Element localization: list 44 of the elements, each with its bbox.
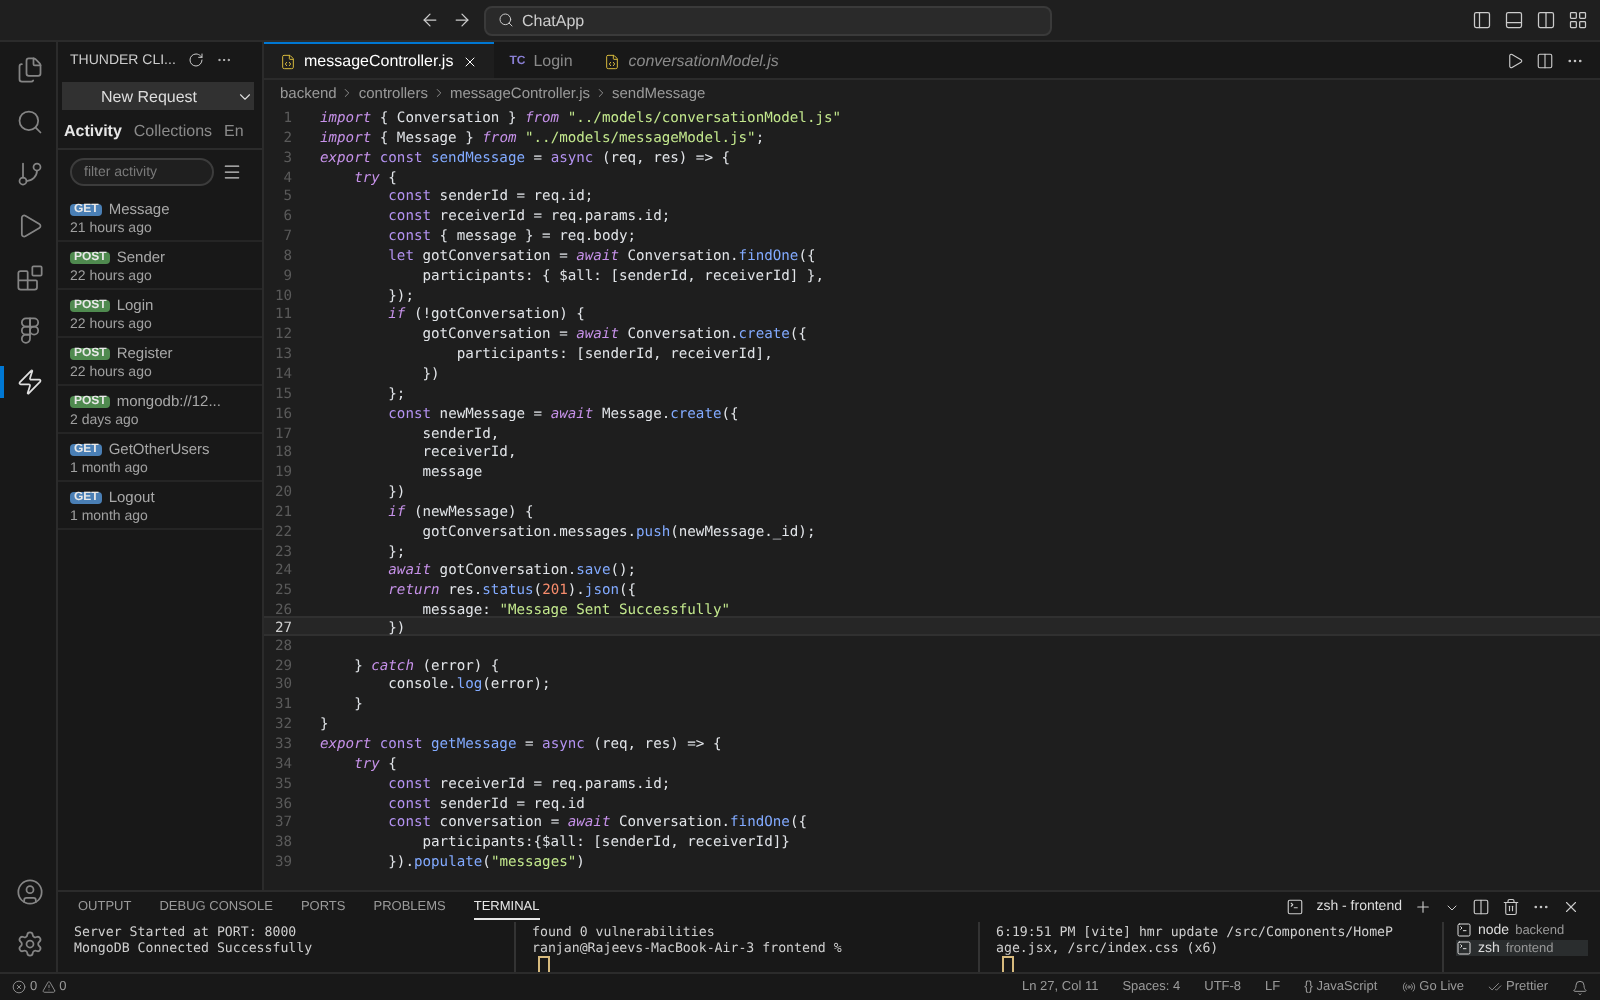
extensions-icon[interactable] [16, 264, 44, 292]
run-debug-icon[interactable] [16, 212, 44, 240]
double-check-icon [1488, 980, 1503, 994]
panel-toggle-icon[interactable] [1504, 10, 1524, 30]
bell-icon[interactable] [1572, 979, 1588, 995]
js-file-icon [280, 53, 296, 69]
search-icon [498, 12, 514, 28]
refresh-icon[interactable] [187, 52, 204, 68]
search-icon[interactable] [16, 108, 44, 136]
settings-icon[interactable] [16, 930, 44, 958]
split-terminal-icon[interactable] [1472, 898, 1490, 916]
tab-label: conversationModel.js [628, 52, 779, 70]
filter-menu-icon[interactable] [222, 162, 242, 182]
sidebar-tab[interactable]: Collections [133, 122, 213, 140]
forward-arrow-icon[interactable] [452, 10, 472, 30]
sidebar-tab[interactable]: En [224, 122, 244, 140]
js-file-icon [604, 53, 621, 69]
split-editor-icon[interactable] [1536, 51, 1554, 69]
layout-grid-icon[interactable] [1568, 10, 1588, 30]
editor-tab[interactable]: messageController.js [264, 42, 494, 78]
close-icon[interactable] [461, 53, 478, 69]
tab-label: Login [533, 52, 573, 70]
sidebar-tab[interactable]: Activity [64, 122, 122, 140]
chevron-icon [340, 85, 355, 99]
command-search-field[interactable]: ChatApp [484, 5, 1052, 35]
terminal-icon [1286, 898, 1305, 916]
new-request-button[interactable]: New Request [62, 82, 254, 110]
close-icon[interactable] [1562, 898, 1580, 916]
split-layout-icon[interactable] [1536, 10, 1556, 30]
back-arrow-icon[interactable] [420, 10, 440, 30]
add-icon[interactable] [1414, 898, 1432, 916]
warning-icon [41, 980, 56, 994]
source-control-icon[interactable] [16, 160, 44, 188]
trash-icon[interactable] [1502, 898, 1520, 916]
sidebar-toggle-icon[interactable] [1472, 10, 1492, 30]
chevron-icon [431, 85, 446, 99]
files-icon[interactable] [16, 56, 44, 84]
account-icon[interactable] [16, 878, 44, 906]
broadcast-icon [1401, 980, 1416, 994]
error-icon [12, 980, 26, 994]
lightning-icon[interactable] [16, 368, 44, 396]
tab-label: messageController.js [304, 52, 454, 70]
chevron-icon [594, 85, 608, 99]
run-icon[interactable] [1506, 51, 1524, 69]
